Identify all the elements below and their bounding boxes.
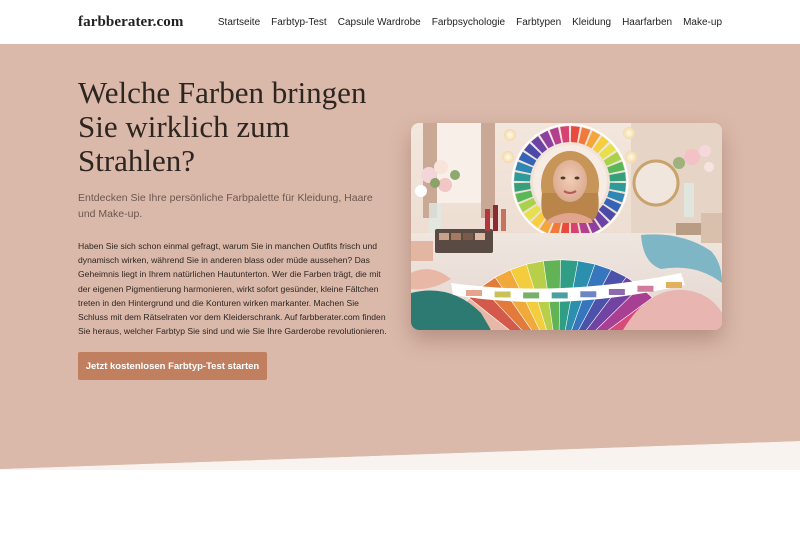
nav-item-haarfarben[interactable]: Haarfarben [622, 17, 672, 28]
nav-item-farbtyp-test[interactable]: Farbtyp-Test [271, 17, 327, 28]
hero-image [411, 123, 722, 330]
nav-item-startseite[interactable]: Startseite [218, 17, 260, 28]
hero-subtitle: Entdecken Sie Ihre persönliche Farbpalet… [78, 192, 373, 220]
nav-item-make-up[interactable]: Make-up [683, 17, 722, 28]
site-header: farbberater.com Startseite Farbtyp-Test … [0, 0, 800, 44]
hero-body-text: Haben Sie sich schon einmal gefragt, war… [78, 241, 387, 337]
nav-item-farbtypen[interactable]: Farbtypen [516, 17, 561, 28]
nav-item-kleidung[interactable]: Kleidung [572, 17, 611, 28]
nav-item-capsule-wardrobe[interactable]: Capsule Wardrobe [338, 17, 421, 28]
start-color-test-button[interactable]: Jetzt kostenlosen Farbtyp-Test starten [78, 352, 267, 380]
nav-item-farbpsychologie[interactable]: Farbpsychologie [432, 17, 505, 28]
hero-bottom-divider [0, 438, 800, 470]
hero-title: Welche Farben bringen Sie wirklich zum S… [78, 75, 367, 178]
site-logo[interactable]: farbberater.com [78, 14, 184, 31]
main-nav: Startseite Farbtyp-Test Capsule Wardrobe… [218, 17, 722, 28]
color-analysis-illustration [411, 123, 722, 330]
